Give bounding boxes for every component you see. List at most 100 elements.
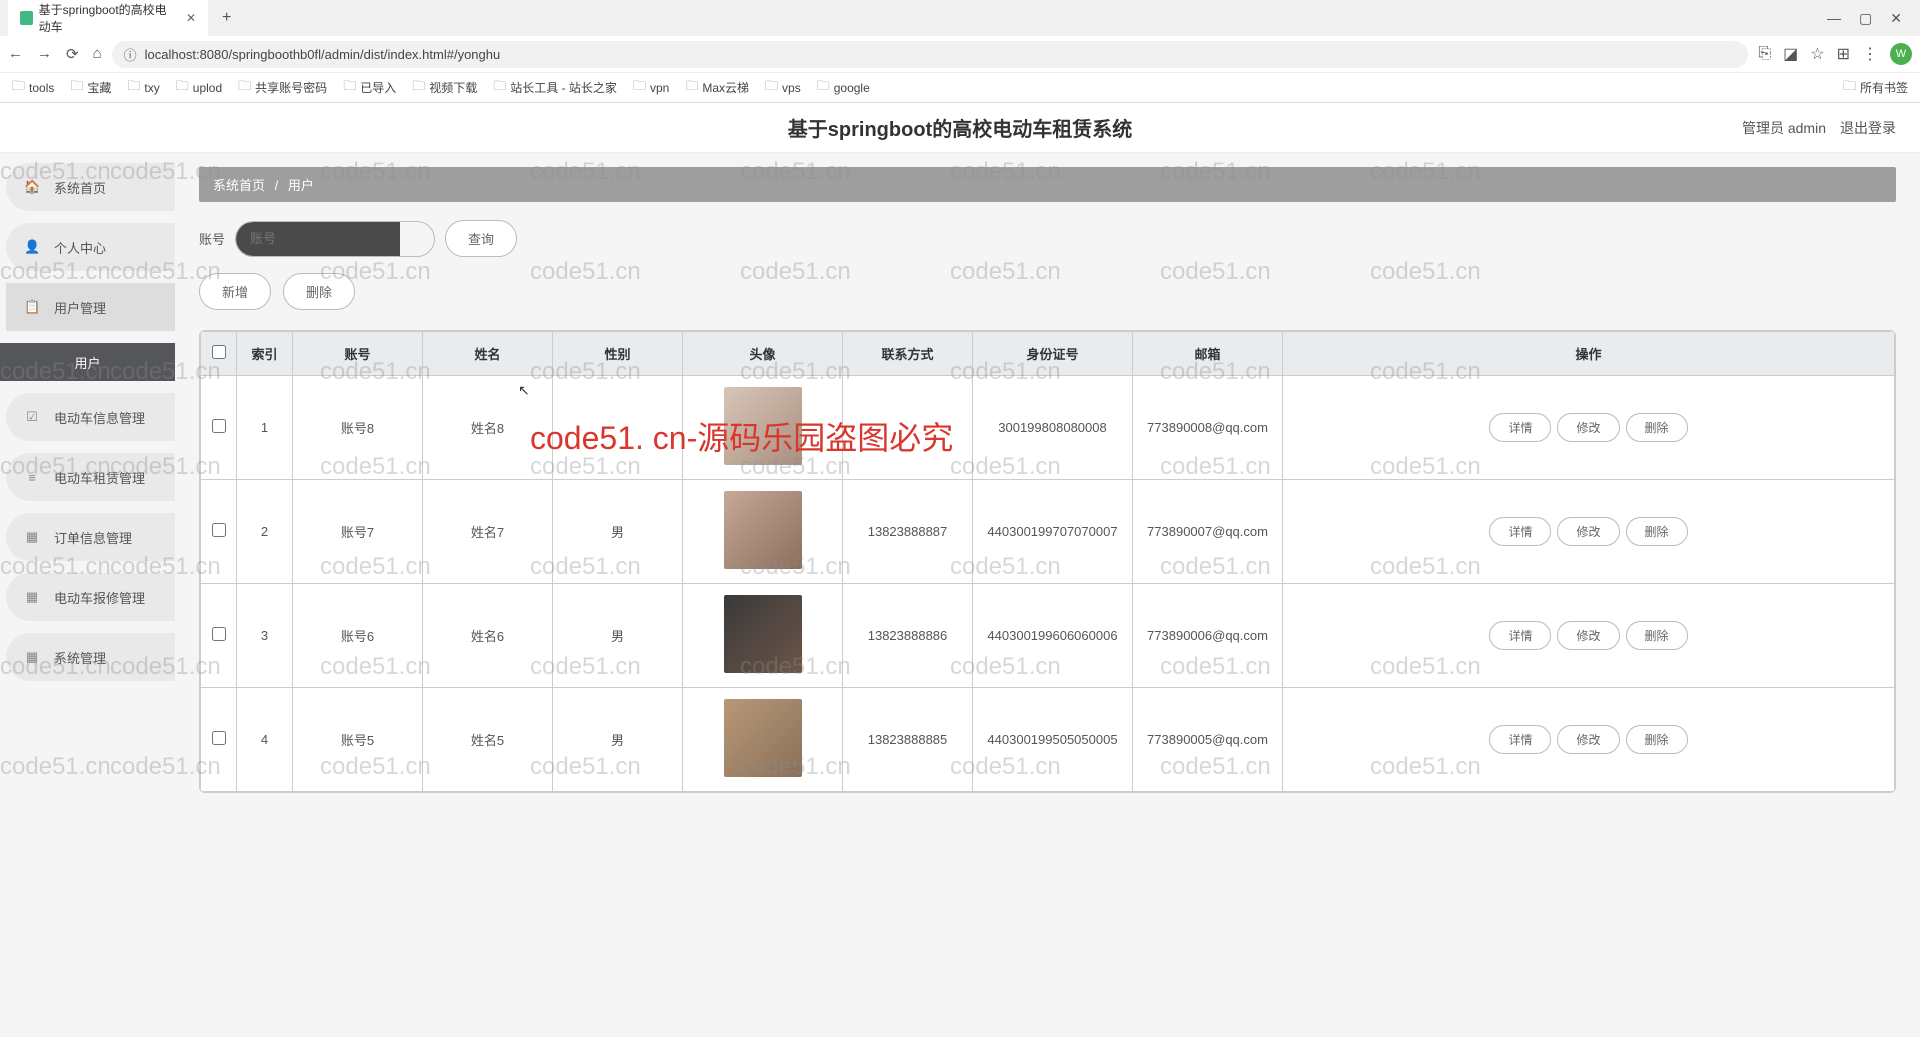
site-info-icon[interactable]: ⓘ — [124, 45, 137, 64]
cell-account: 账号5 — [293, 688, 423, 792]
detail-button[interactable]: 详情 — [1489, 621, 1551, 650]
action-row: 新增 删除 — [199, 273, 1896, 310]
sidebar-icon: ☑ — [24, 409, 40, 425]
cell-ops: 详情修改删除 — [1283, 584, 1895, 688]
maximize-icon[interactable]: ▢ — [1859, 10, 1872, 27]
row-checkbox[interactable] — [212, 627, 226, 641]
table-row: 2账号7姓名7男13823888887440300199707070007773… — [201, 480, 1895, 584]
row-checkbox[interactable] — [212, 731, 226, 745]
avatar-image — [724, 387, 802, 465]
table-header: 账号 — [293, 332, 423, 376]
folder-icon: 🗀 — [238, 77, 251, 99]
browser-tab[interactable]: 基于springboot的高校电动车 ✕ — [8, 0, 208, 41]
cell-avatar — [683, 584, 843, 688]
sidebar-label: 订单信息管理 — [54, 528, 132, 547]
avatar-image — [724, 595, 802, 673]
row-delete-button[interactable]: 删除 — [1626, 413, 1688, 442]
forward-icon[interactable]: → — [37, 45, 52, 63]
cell-email: 773890007@qq.com — [1133, 480, 1283, 584]
bookmark-item[interactable]: 🗀宝藏 — [70, 77, 111, 99]
edit-button[interactable]: 修改 — [1557, 621, 1619, 650]
logout-link[interactable]: 退出登录 — [1840, 118, 1896, 138]
row-delete-button[interactable]: 删除 — [1626, 621, 1688, 650]
folder-icon: 🗀 — [343, 77, 356, 99]
sidebar-icon: 📋 — [24, 299, 40, 315]
bookmark-item[interactable]: 🗀uplod — [176, 77, 222, 99]
detail-button[interactable]: 详情 — [1489, 413, 1551, 442]
row-checkbox[interactable] — [212, 523, 226, 537]
sidebar-item[interactable]: ☑电动车信息管理 — [6, 393, 175, 441]
url-field[interactable]: ⓘ localhost:8080/springboothb0fl/admin/d… — [112, 41, 1749, 68]
all-bookmarks[interactable]: 🗀 所有书签 — [1843, 77, 1908, 99]
cell-index: 2 — [237, 480, 293, 584]
home-icon[interactable]: ⌂ — [93, 45, 102, 63]
cell-phone: 13823888887 — [843, 480, 973, 584]
table-row: 4账号5姓名5男13823888885440300199505050005773… — [201, 688, 1895, 792]
cell-phone — [843, 376, 973, 480]
bookmarks-bar: 🗀tools 🗀宝藏 🗀txy 🗀uplod 🗀共享账号密码 🗀已导入 🗀视频下载 🗀站长工具… — [0, 72, 1920, 102]
lens-icon[interactable]: ◪ — [1783, 44, 1798, 64]
browser-chrome: 基于springboot的高校电动车 ✕ + — ▢ ✕ ← → ⟳ ⌂ ⓘ l… — [0, 0, 1920, 103]
sidebar-item[interactable]: ▦订单信息管理 — [6, 513, 175, 561]
edit-button[interactable]: 修改 — [1557, 413, 1619, 442]
cell-idcard: 440300199606060006 — [973, 584, 1133, 688]
close-icon[interactable]: ✕ — [186, 11, 196, 25]
cell-phone: 13823888885 — [843, 688, 973, 792]
sidebar-item[interactable]: ▦系统管理 — [6, 633, 175, 681]
bookmark-item[interactable]: 🗀txy — [127, 77, 159, 99]
back-icon[interactable]: ← — [8, 45, 23, 63]
folder-icon: 🗀 — [817, 77, 830, 99]
bookmark-item[interactable]: 🗀共享账号密码 — [238, 77, 327, 99]
sidebar-item[interactable]: 🏠系统首页 — [6, 163, 175, 211]
bookmark-item[interactable]: 🗀视频下载 — [412, 77, 477, 99]
extensions-icon[interactable]: ⊞ — [1837, 44, 1850, 64]
row-delete-button[interactable]: 删除 — [1626, 517, 1688, 546]
cell-name: 姓名6 — [423, 584, 553, 688]
bookmark-item[interactable]: 🗀Max云梯 — [685, 77, 749, 99]
favicon-icon — [20, 11, 33, 25]
sidebar: 🏠系统首页 👤个人中心 📋用户管理用户 ☑电动车信息管理 ≡电动车租赁管理 ▦订单信息管理… — [0, 153, 175, 1037]
sidebar-item[interactable]: ▦电动车报修管理 — [6, 573, 175, 621]
sidebar-item[interactable]: 👤个人中心 — [6, 223, 175, 271]
bookmark-item[interactable]: 🗀vps — [765, 77, 801, 99]
cell-index: 3 — [237, 584, 293, 688]
cell-email: 773890006@qq.com — [1133, 584, 1283, 688]
select-all-checkbox[interactable] — [212, 345, 226, 359]
sidebar-sub-item[interactable]: 用户 — [0, 343, 175, 381]
bookmark-item[interactable]: 🗀google — [817, 77, 870, 99]
cell-index: 4 — [237, 688, 293, 792]
reload-icon[interactable]: ⟳ — [66, 45, 79, 63]
folder-icon: 🗀 — [70, 77, 83, 99]
add-button[interactable]: 新增 — [199, 273, 271, 310]
sidebar-icon: ≡ — [24, 470, 40, 485]
bookmark-item[interactable]: 🗀vpn — [633, 77, 669, 99]
detail-button[interactable]: 详情 — [1489, 725, 1551, 754]
bookmark-item[interactable]: 🗀tools — [12, 77, 54, 99]
close-window-icon[interactable]: ✕ — [1890, 10, 1902, 27]
search-input[interactable] — [250, 231, 386, 246]
translate-icon[interactable]: ⎘ — [1758, 45, 1771, 63]
cell-name: 姓名5 — [423, 688, 553, 792]
profile-avatar[interactable]: W — [1890, 43, 1912, 65]
new-tab-button[interactable]: + — [214, 9, 239, 27]
delete-button[interactable]: 删除 — [283, 273, 355, 310]
breadcrumb-home[interactable]: 系统首页 — [213, 178, 265, 193]
bookmark-item[interactable]: 🗀站长工具 - 站长之家 — [493, 77, 617, 99]
bookmark-item[interactable]: 🗀已导入 — [343, 77, 396, 99]
minimize-icon[interactable]: — — [1827, 10, 1841, 27]
detail-button[interactable]: 详情 — [1489, 517, 1551, 546]
row-checkbox[interactable] — [212, 419, 226, 433]
sidebar-item[interactable]: 📋用户管理 — [6, 283, 175, 331]
query-button[interactable]: 查询 — [445, 220, 517, 257]
edit-button[interactable]: 修改 — [1557, 725, 1619, 754]
star-icon[interactable]: ☆ — [1810, 44, 1824, 64]
cell-ops: 详情修改删除 — [1283, 376, 1895, 480]
breadcrumb-current: 用户 — [288, 178, 314, 193]
table-header: 联系方式 — [843, 332, 973, 376]
folder-icon: 🗀 — [12, 77, 25, 99]
table-header: 索引 — [237, 332, 293, 376]
sidebar-item[interactable]: ≡电动车租赁管理 — [6, 453, 175, 501]
menu-icon[interactable]: ⋮ — [1862, 44, 1878, 64]
edit-button[interactable]: 修改 — [1557, 517, 1619, 546]
row-delete-button[interactable]: 删除 — [1626, 725, 1688, 754]
